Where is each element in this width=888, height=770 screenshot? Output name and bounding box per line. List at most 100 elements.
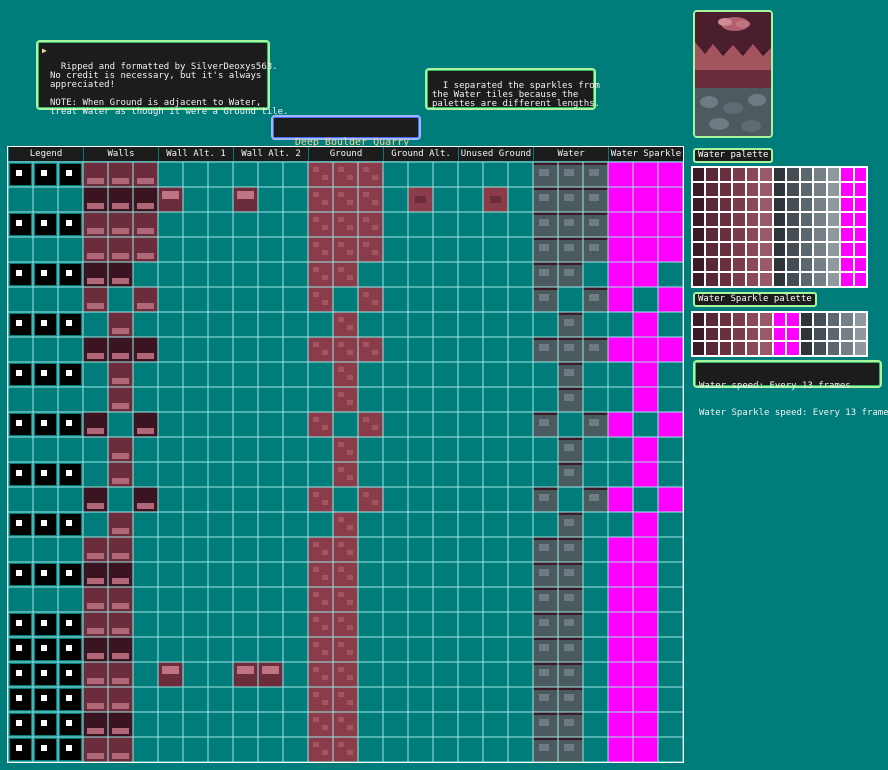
water-sparkle-tile [658, 337, 683, 362]
water-sparkle-tile [608, 612, 633, 637]
sparkle-note: I separated the sparkles from the Water … [425, 68, 600, 110]
palette-swatch [732, 242, 746, 257]
ground-tile [333, 562, 358, 587]
palette-swatch [732, 167, 746, 182]
ground-tile [308, 612, 333, 637]
palette-swatch [853, 341, 867, 356]
palette-swatch [718, 227, 733, 242]
tile-grid [8, 161, 683, 762]
palette-swatch [840, 326, 854, 342]
palette-swatch [826, 341, 841, 356]
palette-swatch [718, 257, 733, 272]
palette-swatch [853, 167, 867, 182]
palette-swatch [759, 197, 773, 212]
palette-swatch [786, 227, 800, 242]
water-sparkle-tile [608, 262, 633, 287]
ground-tile [358, 162, 383, 187]
palette-swatch [745, 167, 760, 182]
palette-swatch [786, 272, 800, 287]
palette-swatch [853, 326, 867, 342]
tile-sheet: Legend Walls Wall Alt. 1 Wall Alt. 2 Ground G… [7, 146, 684, 763]
water-sparkle-tile [633, 637, 658, 662]
sparkle-note-text: I separated the sparkles from the Water … [432, 81, 600, 109]
palette-swatch [772, 242, 787, 257]
palette-swatch [732, 227, 746, 242]
ground-tile [308, 662, 333, 687]
palette-swatch [813, 257, 827, 272]
palette-swatch [813, 167, 827, 182]
palette-swatch [813, 227, 827, 242]
ground-tile [308, 687, 333, 712]
water-sparkle-tile [608, 587, 633, 612]
palette-swatch [705, 167, 719, 182]
palette-swatch [705, 341, 719, 356]
palette-swatch [840, 227, 854, 242]
ground-tile [308, 712, 333, 737]
water-sparkle-tile [633, 687, 658, 712]
palette-swatch [745, 257, 760, 272]
palette-swatch [718, 312, 733, 327]
palette-swatch [799, 197, 814, 212]
water-sparkle-tile [608, 537, 633, 562]
palette-swatch [786, 167, 800, 182]
palette-swatch [799, 242, 814, 257]
palette-swatch [759, 312, 773, 327]
palette-swatch [799, 212, 814, 227]
palette-swatch [826, 272, 841, 287]
palette-swatch [826, 312, 841, 327]
palette-swatch [799, 167, 814, 182]
water-sparkle-tile [633, 587, 658, 612]
palette-swatch [813, 242, 827, 257]
palette-swatch [853, 227, 867, 242]
palette-swatch [705, 272, 719, 287]
palette-swatch [705, 257, 719, 272]
preview-art [695, 12, 771, 136]
water-sparkle-tile [633, 662, 658, 687]
water-sparkle-tile [633, 312, 658, 337]
ground-tile [333, 537, 358, 562]
water-speed-text: Water speed: Every 13 frames [699, 381, 851, 391]
water-sparkle-tile [658, 287, 683, 312]
palette-swatch [840, 212, 854, 227]
water-sparkle-tile [633, 537, 658, 562]
palette-swatch [732, 182, 746, 197]
water-sparkle-tile [633, 737, 658, 762]
palette-swatch [772, 212, 787, 227]
palette-swatch [826, 167, 841, 182]
palette-swatch [718, 212, 733, 227]
ground-tile [308, 562, 333, 587]
palette-swatch [759, 257, 773, 272]
palette-swatch [745, 197, 760, 212]
water-sparkle-tile [608, 162, 633, 187]
water-sparkle-tile [658, 187, 683, 212]
water-sparkle-tile [633, 512, 658, 537]
palette-swatch [772, 272, 787, 287]
water-sparkle-speed-text: Water Sparkle speed: Every 13 frames [699, 408, 888, 418]
ground-tile [333, 237, 358, 262]
palette-swatch [826, 326, 841, 342]
ground-tile [333, 187, 358, 212]
ground-tile [358, 237, 383, 262]
palette-swatch [692, 227, 706, 242]
palette-swatch [813, 272, 827, 287]
ground-tile [308, 187, 333, 212]
water-sparkle-tile [633, 212, 658, 237]
palette-swatch [772, 182, 787, 197]
water-sparkle-tile [608, 662, 633, 687]
palette-swatch [732, 341, 746, 356]
ground-tile [333, 587, 358, 612]
palette-swatch [732, 212, 746, 227]
palette-swatch [813, 326, 827, 342]
wall-alt-tile [158, 187, 183, 212]
palette-swatch [759, 182, 773, 197]
palette-swatch [705, 197, 719, 212]
palette-swatch [705, 212, 719, 227]
palette-swatch [840, 242, 854, 257]
palette-swatch [813, 341, 827, 356]
ground-tile [333, 737, 358, 762]
palette-swatch [799, 272, 814, 287]
water-sparkle-tile [633, 262, 658, 287]
ground-tile [333, 512, 358, 537]
note-arrow-icon: ▶ [42, 46, 47, 55]
water-sparkle-tile [658, 487, 683, 512]
